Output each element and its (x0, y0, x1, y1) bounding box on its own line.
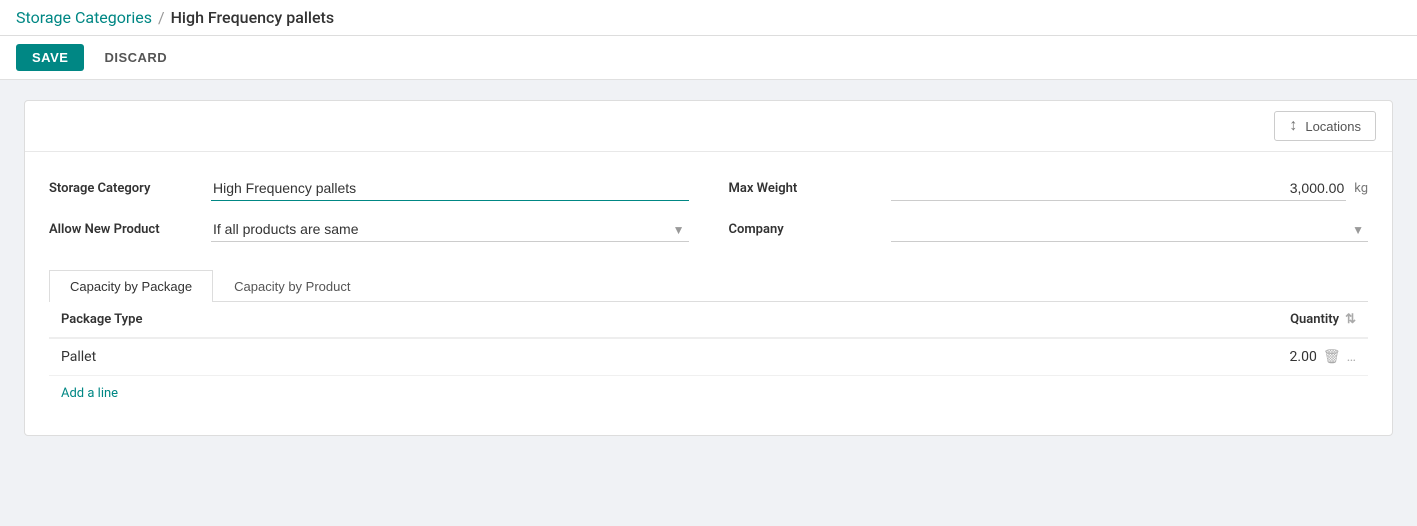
save-button[interactable]: SAVE (16, 44, 84, 71)
col-quantity: Quantity ⇅ (759, 302, 1368, 338)
storage-category-input[interactable] (211, 176, 689, 201)
storage-category-field: Storage Category (49, 176, 689, 201)
max-weight-input[interactable] (891, 176, 1347, 201)
allow-new-product-field: Allow New Product If all products are sa… (49, 217, 689, 242)
locations-button[interactable]: ↕ Locations (1274, 111, 1376, 141)
tab-capacity-by-product[interactable]: Capacity by Product (213, 270, 371, 302)
max-weight-label: Max Weight (729, 181, 879, 196)
table-header-row: Package Type Quantity ⇅ (49, 302, 1368, 338)
row-menu-icon[interactable]: … (1347, 349, 1356, 365)
delete-row-icon[interactable]: 🗑 (1323, 349, 1341, 365)
add-line-button[interactable]: Add a line (61, 386, 118, 401)
breadcrumb-current: High Frequency pallets (171, 8, 335, 27)
breadcrumb: Storage Categories / High Frequency pall… (0, 0, 1417, 36)
locations-button-label: Locations (1305, 119, 1361, 134)
sort-icon[interactable]: ⇅ (1345, 312, 1356, 327)
company-input[interactable] (891, 217, 1369, 242)
cell-package-type: Pallet (49, 338, 759, 376)
company-label: Company (729, 222, 879, 237)
tabs: Capacity by Package Capacity by Product (49, 270, 1368, 302)
toolbar: SAVE DISCARD (0, 36, 1417, 80)
card-top-bar: ↕ Locations (25, 101, 1392, 152)
quantity-value: 2.00 (1290, 349, 1317, 365)
main-content: ↕ Locations Storage Category Max Weight (0, 80, 1417, 456)
discard-button[interactable]: DISCARD (92, 44, 179, 71)
table-container: Package Type Quantity ⇅ Pallet (49, 302, 1368, 411)
allow-new-product-label: Allow New Product (49, 222, 199, 237)
cell-quantity: 2.00 🗑 … (759, 338, 1368, 376)
breadcrumb-separator: / (158, 8, 165, 27)
breadcrumb-parent-link[interactable]: Storage Categories (16, 8, 152, 27)
form-card: ↕ Locations Storage Category Max Weight (24, 100, 1393, 436)
capacity-table: Package Type Quantity ⇅ Pallet (49, 302, 1368, 376)
storage-category-label: Storage Category (49, 181, 199, 196)
form-body: Storage Category Max Weight kg Allow New… (25, 152, 1392, 435)
locations-icon: ↕ (1289, 117, 1297, 135)
col-package-type: Package Type (49, 302, 759, 338)
allow-new-product-select[interactable]: If all products are same If all products… (211, 217, 689, 242)
form-fields: Storage Category Max Weight kg Allow New… (49, 176, 1368, 242)
table-row: Pallet 2.00 🗑 … (49, 338, 1368, 376)
max-weight-field: Max Weight kg (729, 176, 1369, 201)
tab-capacity-by-package[interactable]: Capacity by Package (49, 270, 213, 302)
weight-unit: kg (1354, 181, 1368, 196)
company-field: Company ▼ (729, 217, 1369, 242)
